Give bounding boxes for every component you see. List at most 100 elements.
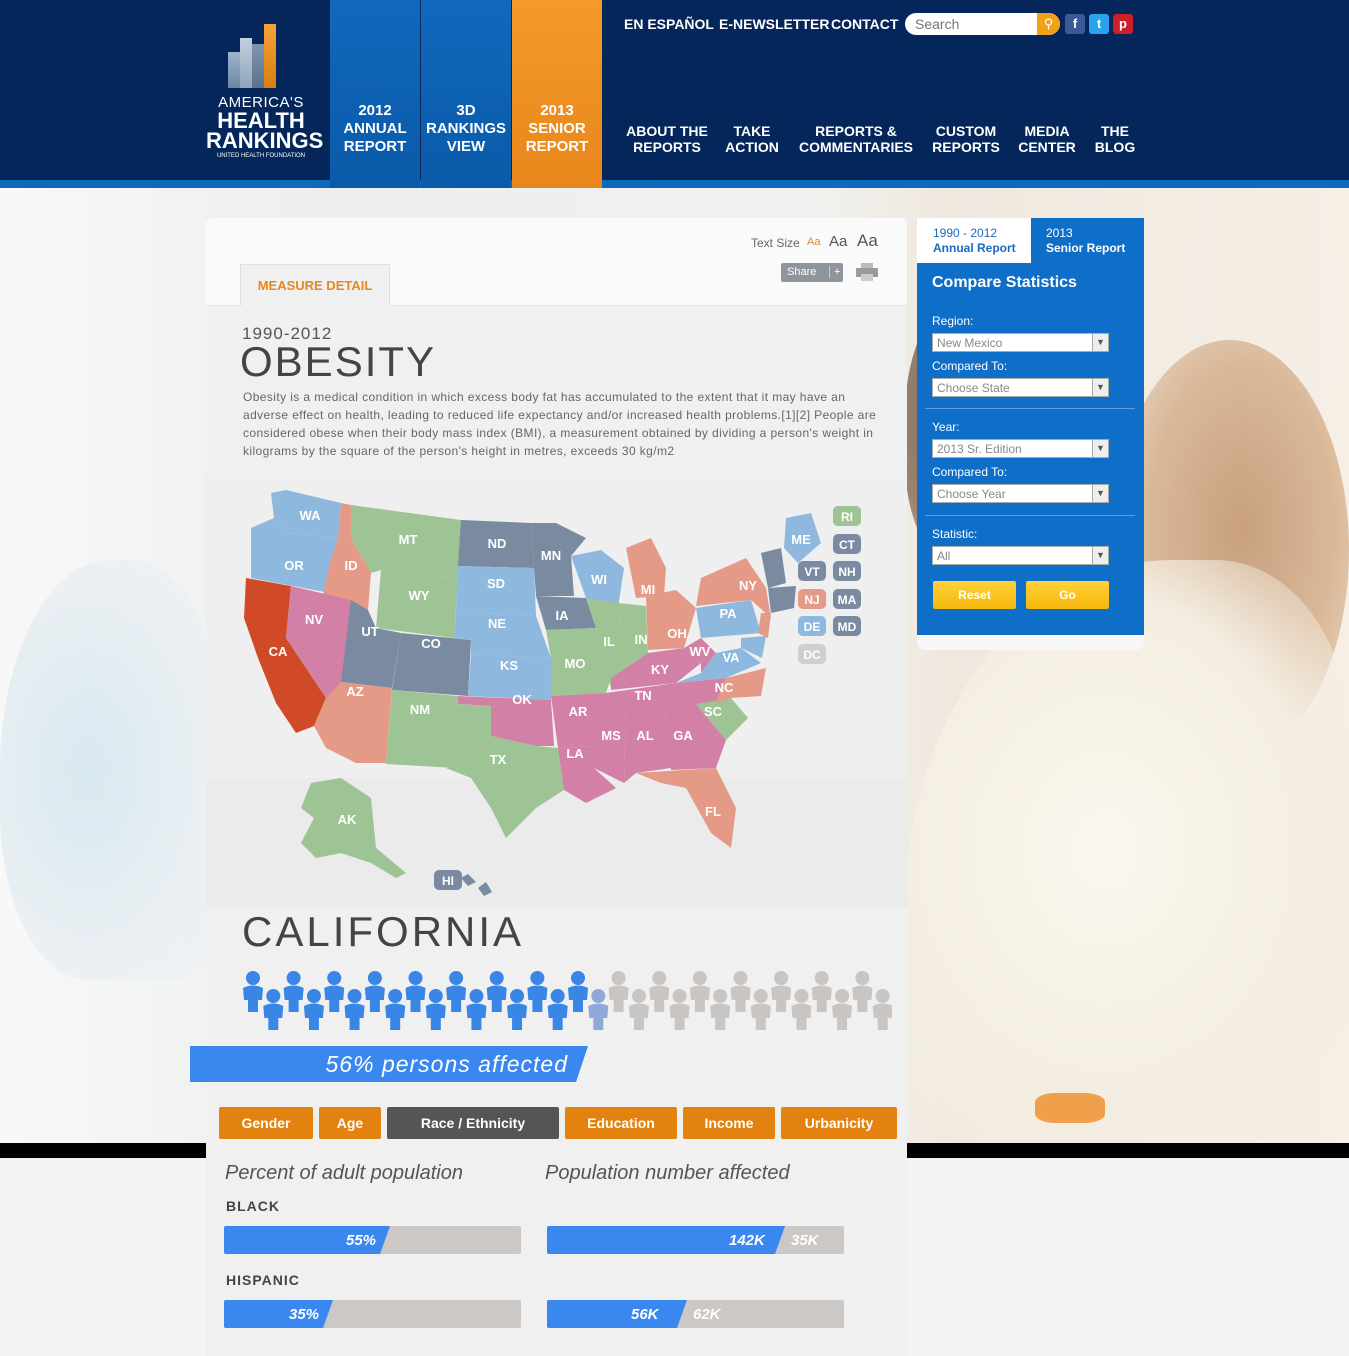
tab-label: RANKINGS — [425, 120, 506, 137]
twitter-icon[interactable]: t — [1089, 14, 1109, 34]
nav-label: THE — [1101, 123, 1129, 139]
nav-about-the-reports[interactable]: ABOUT THE REPORTS — [626, 123, 708, 155]
state-nj[interactable] — [758, 613, 771, 638]
link-contact[interactable]: CONTACT — [831, 16, 898, 32]
person-icon — [283, 971, 304, 1012]
share-label: Share — [787, 266, 817, 278]
tab-label: 3D — [456, 102, 476, 119]
nav-label: REPORTS & — [815, 123, 897, 139]
map-label-wv: WV — [690, 644, 711, 659]
logo-text: AMERICA'S HEALTH RANKINGS UNITED HEALTH … — [206, 94, 323, 159]
chevron-down-icon: ▼ — [1092, 485, 1108, 502]
person-icon — [243, 971, 263, 1012]
tab-senior-report[interactable]: 2013 Senior Report — [1031, 218, 1144, 263]
state-sd[interactable] — [456, 566, 536, 616]
statistic-select-value: All — [937, 549, 951, 563]
filter-age-button[interactable]: Age — [319, 1107, 381, 1139]
year-select[interactable]: 2013 Sr. Edition ▼ — [932, 439, 1109, 458]
filter-urbanicity-button[interactable]: Urbanicity — [781, 1107, 897, 1139]
map-label-ar: AR — [569, 704, 588, 719]
link-en-espanol[interactable]: EN ESPAÑOL — [624, 16, 714, 32]
map-label-mn: MN — [541, 548, 561, 563]
site-header: AMERICA'S HEALTH RANKINGS UNITED HEALTH … — [0, 0, 1349, 188]
map-label-sc: SC — [704, 704, 723, 719]
text-size-small[interactable]: Aa — [807, 236, 820, 248]
person-icon — [852, 971, 873, 1012]
nav-label: REPORTS — [633, 139, 701, 155]
compared-state-select[interactable]: Choose State ▼ — [932, 378, 1109, 397]
nav-custom-reports[interactable]: CUSTOM REPORTS — [930, 123, 1002, 155]
filter-race-ethnicity-button[interactable]: Race / Ethnicity — [387, 1107, 559, 1139]
map-label-wa: WA — [300, 508, 322, 523]
person-icon — [364, 971, 385, 1012]
compared-year-select[interactable]: Choose Year ▼ — [932, 484, 1109, 503]
state-fl[interactable] — [636, 768, 736, 848]
state-wy[interactable] — [376, 570, 458, 638]
go-button[interactable]: Go — [1026, 581, 1109, 609]
map-label-pa: PA — [719, 606, 737, 621]
nav-label: TAKE — [733, 123, 771, 139]
reset-button[interactable]: Reset — [933, 581, 1016, 609]
share-button[interactable]: Share + — [781, 263, 843, 282]
person-icon — [263, 989, 284, 1030]
person-icon — [750, 989, 771, 1030]
percent-bar-value: 55% — [346, 1232, 377, 1249]
tab-label: REPORT — [525, 138, 589, 155]
map-label-ks: KS — [500, 658, 518, 673]
text-size-large[interactable]: Aa — [857, 231, 878, 251]
nav-take-action[interactable]: TAKE ACTION — [722, 123, 782, 155]
map-label-co: CO — [421, 636, 441, 651]
compared-year-value: Choose Year — [937, 487, 1006, 501]
measure-panel: Text Size Aa Aa Aa Share + MEASURE DETAI… — [190, 218, 907, 1356]
region-select[interactable]: New Mexico ▼ — [932, 333, 1109, 352]
pinterest-icon[interactable]: p — [1113, 14, 1133, 34]
map-label-il: IL — [603, 634, 615, 649]
map-label-hi: HI — [442, 874, 454, 888]
map-label-vt: VT — [804, 565, 820, 579]
map-label-ms: MS — [601, 728, 621, 743]
tab-annual-report[interactable]: 1990 - 2012 Annual Report — [917, 218, 1031, 263]
state-ma-ct-ri[interactable] — [768, 586, 796, 613]
filter-education-button[interactable]: Education — [565, 1107, 677, 1139]
map-label-tn: TN — [634, 688, 651, 703]
person-icon — [628, 989, 649, 1030]
map-label-ky: KY — [651, 662, 669, 677]
filter-income-button[interactable]: Income — [683, 1107, 775, 1139]
person-icon — [649, 971, 670, 1012]
nav-reports-commentaries[interactable]: REPORTS & COMMENTARIES — [796, 123, 916, 155]
tab-2013-senior-report[interactable]: 2013 SENIOR REPORT — [512, 0, 602, 188]
group-label-black: BLACK — [226, 1198, 280, 1214]
measure-title: OBESITY — [240, 338, 437, 385]
text-size-medium[interactable]: Aa — [829, 233, 847, 250]
tab-measure-detail[interactable]: MEASURE DETAIL — [240, 264, 390, 306]
print-icon[interactable] — [856, 263, 878, 281]
nav-media-center[interactable]: MEDIA CENTER — [1016, 123, 1078, 155]
us-map[interactable]: WA OR CA ID NV MT WY UT AZ CO NM ND SD N… — [206, 478, 907, 908]
divider — [925, 408, 1135, 409]
state-oh[interactable] — [646, 590, 696, 650]
map-label-nm: NM — [410, 702, 430, 717]
nav-the-blog[interactable]: THE BLOG — [1092, 123, 1138, 155]
search-button[interactable]: ⚲ — [1037, 13, 1060, 35]
person-icon — [730, 971, 751, 1012]
site-logo[interactable]: AMERICA'S HEALTH RANKINGS UNITED HEALTH … — [198, 0, 330, 182]
map-label-ak: AK — [338, 812, 357, 827]
person-icon — [507, 989, 528, 1030]
state-hi[interactable] — [461, 874, 492, 896]
link-e-newsletter[interactable]: E-NEWSLETTER — [719, 16, 829, 32]
tab-3d-rankings-view[interactable]: 3D RANKINGS VIEW — [421, 0, 511, 188]
state-ak[interactable] — [301, 778, 406, 878]
tab-2012-annual-report[interactable]: 2012 ANNUAL REPORT — [330, 0, 420, 188]
search-input[interactable] — [915, 16, 1035, 32]
filter-gender-button[interactable]: Gender — [219, 1107, 313, 1139]
group-label-hispanic: HISPANIC — [226, 1272, 300, 1288]
map-label-ne: NE — [488, 616, 506, 631]
chevron-down-icon: ▼ — [1092, 547, 1108, 564]
statistic-select[interactable]: All ▼ — [932, 546, 1109, 565]
facebook-icon[interactable]: f — [1065, 14, 1085, 34]
map-label-id: ID — [345, 558, 358, 573]
state-ms[interactable] — [594, 708, 626, 783]
map-label-me: ME — [791, 532, 811, 547]
map-label-mo: MO — [565, 656, 586, 671]
state-vt-nh[interactable] — [761, 548, 786, 588]
